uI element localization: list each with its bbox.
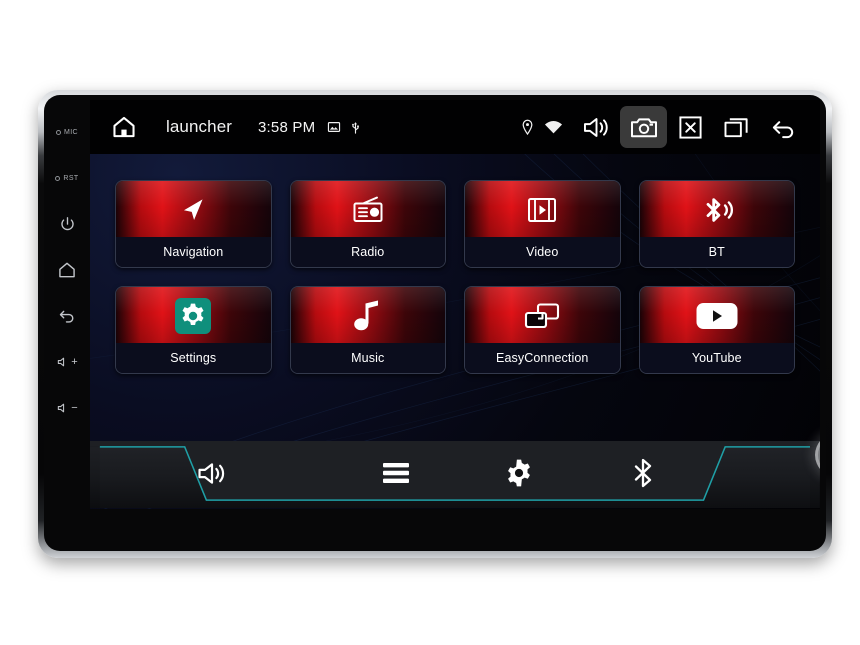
video-filmstrip-icon [526, 194, 558, 226]
gear-icon [508, 459, 530, 487]
statusbar-status-icons [521, 119, 563, 136]
app-label: BT [639, 237, 794, 267]
tile-artwork [290, 181, 445, 239]
location-icon [522, 119, 533, 135]
wifi-icon [544, 121, 563, 134]
statusbar-recents-button[interactable] [714, 106, 761, 148]
app-label: Navigation [116, 237, 271, 267]
back-arrow-icon [57, 306, 77, 326]
statusbar-nav-buttons [573, 106, 808, 148]
navigation-arrow-icon [176, 193, 210, 227]
app-tile-bt[interactable]: BT [638, 180, 795, 268]
bluetooth-icon [634, 458, 652, 488]
tile-artwork [116, 287, 271, 345]
close-box-icon [679, 115, 702, 139]
hw-volume-down-button[interactable]: − [44, 385, 90, 431]
hw-home-button[interactable] [44, 247, 90, 293]
mic-indicator: MIC [44, 109, 90, 155]
statusbar-screenshot-button[interactable] [620, 106, 667, 148]
statusbar-back-button[interactable] [761, 106, 808, 148]
app-tile-video[interactable]: Video [464, 180, 621, 268]
tile-artwork [290, 287, 445, 345]
app-tile-youtube[interactable]: YouTube [638, 286, 795, 374]
youtube-icon [696, 301, 738, 331]
music-note-icon [353, 299, 383, 333]
hw-back-button[interactable] [44, 293, 90, 339]
touchscreen: launcher 3:58 PM Navigation Radio Video … [90, 100, 820, 509]
tile-artwork [116, 181, 271, 239]
reset-dot-icon [55, 175, 61, 181]
reset-label: RST [63, 174, 79, 182]
dock-settings-button[interactable] [489, 437, 549, 509]
tile-artwork [465, 181, 620, 239]
mic-dot-icon [55, 129, 61, 135]
camera-icon [630, 117, 657, 137]
statusbar-close-button[interactable] [667, 106, 714, 148]
settings-gear-icon [175, 298, 212, 334]
tile-artwork [639, 181, 794, 239]
app-tile-radio[interactable]: Radio [289, 180, 446, 268]
statusbar-clock: 3:58 PM [258, 118, 316, 136]
app-label: Music [290, 343, 445, 373]
bluetooth-audio-icon [700, 193, 734, 227]
volume-up-label: + [71, 356, 78, 368]
reset-indicator[interactable]: RST [44, 155, 90, 201]
device-inner-frame: MIC RST + − launcher 3:58 PM Navigation … [44, 95, 826, 551]
radio-icon [351, 194, 385, 226]
volume-icon [584, 117, 608, 137]
recents-icon [724, 117, 748, 137]
home-icon [113, 116, 135, 138]
back-arrow-icon [772, 120, 794, 138]
volume-icon [198, 462, 225, 484]
statusbar-tray [327, 120, 361, 135]
car-head-unit-device: MIC RST + − launcher 3:58 PM Navigation … [38, 90, 832, 558]
mic-label: MIC [63, 128, 79, 136]
dock-bluetooth-button[interactable] [613, 437, 673, 509]
app-grid: Navigation Radio Video BT Settings Music… [115, 180, 795, 374]
screenshot-root: MIC RST + − launcher 3:58 PM Navigation … [0, 0, 860, 645]
launcher-app-area: Navigation Radio Video BT Settings Music… [90, 154, 820, 509]
app-label: Settings [116, 343, 271, 373]
tile-artwork [639, 287, 794, 345]
statusbar-home-button[interactable] [104, 114, 144, 140]
app-label: Video [465, 237, 620, 267]
dock-volume-button[interactable] [182, 437, 242, 509]
home-icon [57, 260, 77, 280]
app-label: YouTube [639, 343, 794, 373]
power-icon [58, 215, 77, 234]
hamburger-icon [383, 463, 409, 483]
app-label: Radio [290, 237, 445, 267]
app-tile-music[interactable]: Music [289, 286, 446, 374]
statusbar-title: launcher [166, 117, 233, 136]
dock-apps-menu-button[interactable] [366, 437, 426, 509]
volume-down-label: − [71, 402, 78, 414]
hardware-button-strip: MIC RST + − [44, 95, 90, 551]
app-tile-easyconnection[interactable]: EasyConnection [464, 286, 621, 374]
dock-buttons [90, 433, 820, 509]
tile-artwork [465, 287, 620, 345]
image-icon [328, 122, 341, 132]
dock-bar [90, 433, 820, 509]
status-bar: launcher 3:58 PM [90, 100, 820, 154]
volume-up-icon: + [56, 355, 78, 369]
screen-mirror-icon [523, 301, 561, 331]
statusbar-volume-button[interactable] [573, 106, 620, 148]
app-tile-settings[interactable]: Settings [115, 286, 272, 374]
app-tile-navigation[interactable]: Navigation [115, 180, 272, 268]
app-label: EasyConnection [465, 343, 620, 373]
usb-icon [352, 121, 360, 134]
volume-down-icon: − [56, 401, 78, 415]
hw-power-button[interactable] [44, 201, 90, 247]
hw-volume-up-button[interactable]: + [44, 339, 90, 385]
